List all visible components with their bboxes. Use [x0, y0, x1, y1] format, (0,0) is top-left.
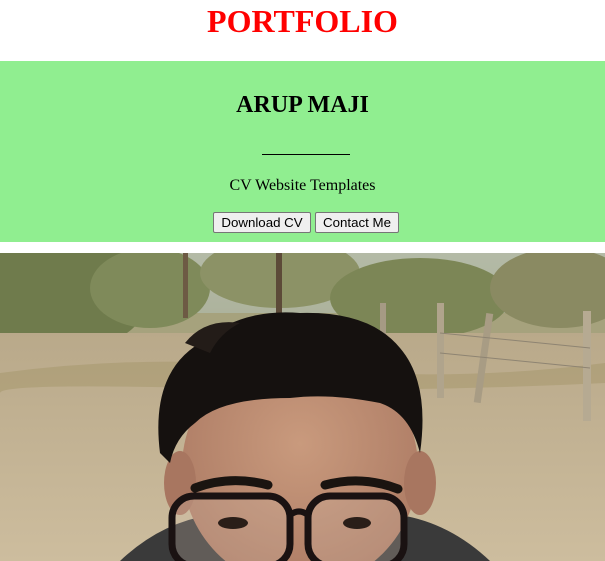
page-title: PORTFOLIO	[207, 3, 398, 39]
person-name: ARUP MAJI	[236, 92, 369, 118]
profile-photo	[0, 253, 605, 561]
hero-section: ARUP MAJI CV Website Templates Download …	[0, 61, 605, 242]
divider-line	[262, 154, 350, 155]
download-cv-button[interactable]: Download CV	[213, 212, 311, 233]
hero-subtitle: CV Website Templates	[229, 177, 376, 194]
contact-me-button[interactable]: Contact Me	[315, 212, 399, 233]
